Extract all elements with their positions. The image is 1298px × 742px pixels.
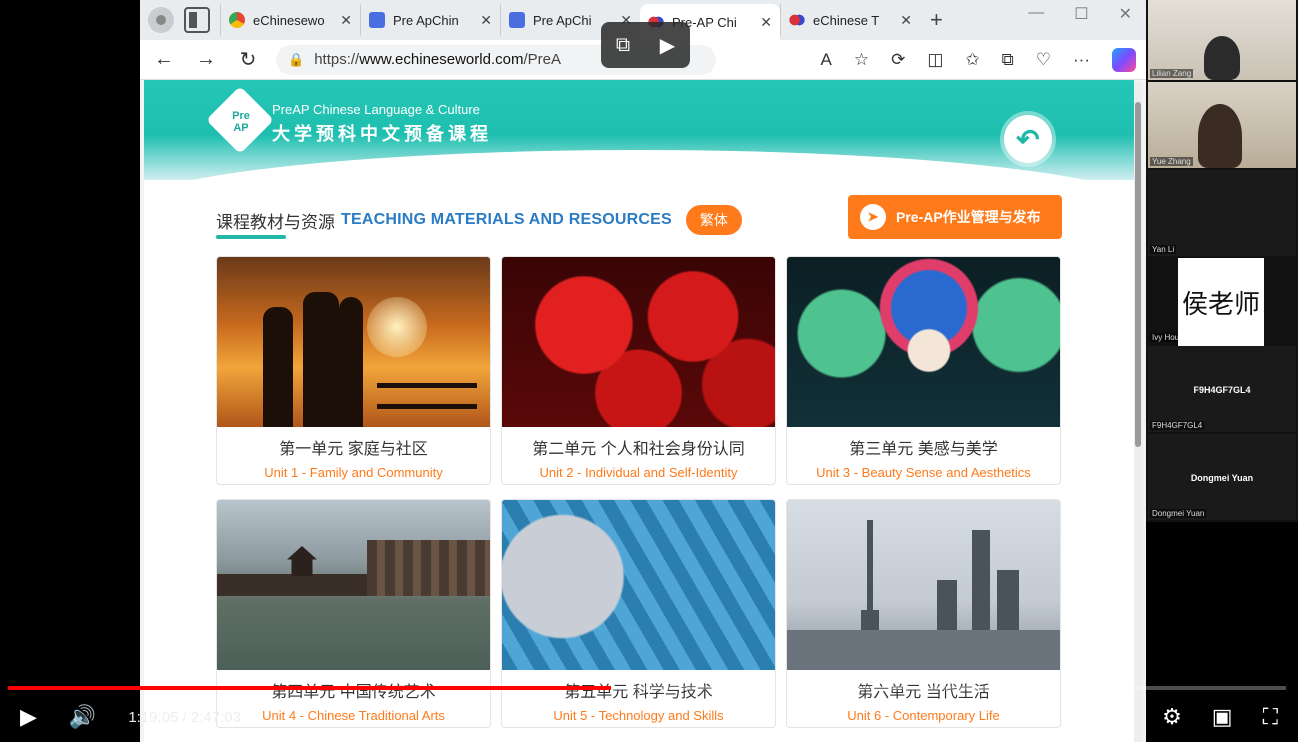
browser-tab[interactable]: Pre ApChin ✕ [360, 4, 500, 36]
back-arrow-icon[interactable]: ← [150, 48, 178, 71]
echinese-icon [789, 12, 805, 28]
toolbar-icons: A ☆ ⟳ ◫ ✩ ⧉ ♡ ··· [820, 47, 1136, 72]
unit-card[interactable]: 第二单元 个人和社会身份认同 Unit 2 - Individual and S… [501, 256, 776, 485]
web-page: Pre AP PreAP Chinese Language & Culture … [144, 80, 1134, 742]
participant-tile: F9H4GF7GL4 F9H4GF7GL4 [1148, 346, 1296, 432]
participant-panel: Lilian Zang Yue Zhang Yan Li Ivy Hou 侯老师… [1146, 0, 1298, 522]
new-tab-icon[interactable]: + [930, 7, 943, 33]
section-underline [216, 235, 286, 239]
family-image [217, 257, 490, 427]
close-icon[interactable]: ✕ [480, 12, 492, 29]
read-aloud-icon[interactable]: A [820, 50, 831, 70]
participant-tile: Yan Li [1148, 170, 1296, 256]
volume-icon[interactable]: 🔊 [69, 704, 96, 730]
participant-tile: Dongmei Yuan Dongmei Yuan [1148, 434, 1296, 520]
unit-card[interactable]: 第三单元 美感与美学 Unit 3 - Beauty Sense and Aes… [786, 256, 1061, 485]
scrollbar[interactable] [1134, 82, 1142, 742]
skyline-image [787, 500, 1060, 670]
google-icon [229, 12, 245, 28]
profile-icon[interactable] [148, 7, 174, 33]
refresh-icon[interactable]: ↻ [234, 47, 262, 72]
fullscreen-icon[interactable]: ⛶ [1263, 704, 1278, 730]
favorite-star-icon[interactable]: ☆ [854, 50, 869, 70]
extension-icon[interactable]: ⟳ [891, 50, 905, 70]
page-header: Pre AP PreAP Chinese Language & Culture … [144, 80, 1134, 180]
robot-image [502, 500, 775, 670]
brand-zh: 大学预科中文预备课程 [272, 124, 492, 144]
lock-icon: 🔒 [288, 51, 305, 67]
progress-fill [8, 686, 612, 690]
traditional-toggle-button[interactable]: 繁体 [685, 205, 742, 235]
logo-text: Pre AP [232, 110, 250, 134]
copilot-icon[interactable] [1112, 47, 1136, 72]
favorites-icon[interactable]: ✩ [965, 50, 979, 70]
scroll-thumb[interactable] [1135, 102, 1141, 447]
health-icon[interactable]: ♡ [1036, 50, 1051, 70]
close-icon[interactable]: ✕ [340, 12, 352, 29]
forward-arrow-icon[interactable]: → [192, 48, 220, 71]
assignment-button[interactable]: ➤ Pre-AP作业管理与发布 [848, 195, 1062, 239]
close-icon[interactable]: ✕ [760, 14, 772, 31]
participant-tile: Yue Zhang [1148, 82, 1296, 168]
back-button[interactable]: ↶ [1004, 115, 1052, 163]
close-icon[interactable]: ✕ [900, 12, 912, 29]
lanterns-image [502, 257, 775, 427]
miniplayer-icon[interactable]: ▣ [1212, 704, 1233, 730]
video-player[interactable]: eChinesewo ✕ Pre ApChin ✕ Pre ApChi ✕ Pr… [0, 0, 1298, 742]
brand-en: PreAP Chinese Language & Culture [272, 102, 480, 117]
unit-grid: 第一单元 家庭与社区 Unit 1 - Family and Community… [216, 256, 1062, 728]
opera-image [787, 257, 1060, 427]
player-controls: ▶ 🔊 1:19:05 / 2:47:03 CC ⚙ ▣ ⛶ [0, 692, 1298, 742]
close-window-icon[interactable]: ✕ [1119, 4, 1132, 24]
play-icon[interactable]: ▶ [20, 704, 37, 730]
captions-icon[interactable]: CC [1104, 707, 1133, 727]
video-ai-icon[interactable]: ▶ [660, 33, 675, 58]
browser-tab[interactable]: eChinese T ✕ [780, 4, 920, 36]
collections-icon[interactable]: ⧉ [1002, 50, 1014, 70]
browser-tab[interactable]: eChinesewo ✕ [220, 4, 360, 36]
pip-overlay: ⧉ ▶ [601, 22, 690, 68]
paper-plane-icon: ➤ [860, 204, 886, 230]
progress-bar[interactable] [8, 686, 1286, 690]
time-display: 1:19:05 / 2:47:03 [128, 708, 241, 726]
participant-avatar: 侯老师 [1178, 258, 1264, 346]
settings-gear-icon[interactable]: ⚙ [1162, 704, 1182, 730]
browser-window: eChinesewo ✕ Pre ApChin ✕ Pre ApChi ✕ Pr… [140, 0, 1146, 742]
window-controls: — ☐ ✕ [1028, 4, 1132, 24]
maximize-icon[interactable]: ☐ [1074, 4, 1088, 24]
split-screen-icon[interactable]: ◫ [927, 50, 943, 70]
participant-tile: Lilian Zang [1148, 0, 1296, 80]
return-arrow-icon: ↶ [1016, 123, 1040, 155]
tab-actions-icon[interactable] [184, 7, 210, 33]
town-image [217, 500, 490, 670]
more-icon[interactable]: ··· [1073, 50, 1090, 70]
section-title: 课程教材与资源 TEACHING MATERIALS AND RESOURCES… [216, 205, 742, 235]
exit-pip-icon[interactable]: ⧉ [616, 34, 630, 57]
unit-card[interactable]: 第一单元 家庭与社区 Unit 1 - Family and Community [216, 256, 491, 485]
docs-icon [369, 12, 385, 28]
minimize-icon[interactable]: — [1028, 4, 1044, 24]
docs-icon [509, 12, 525, 28]
